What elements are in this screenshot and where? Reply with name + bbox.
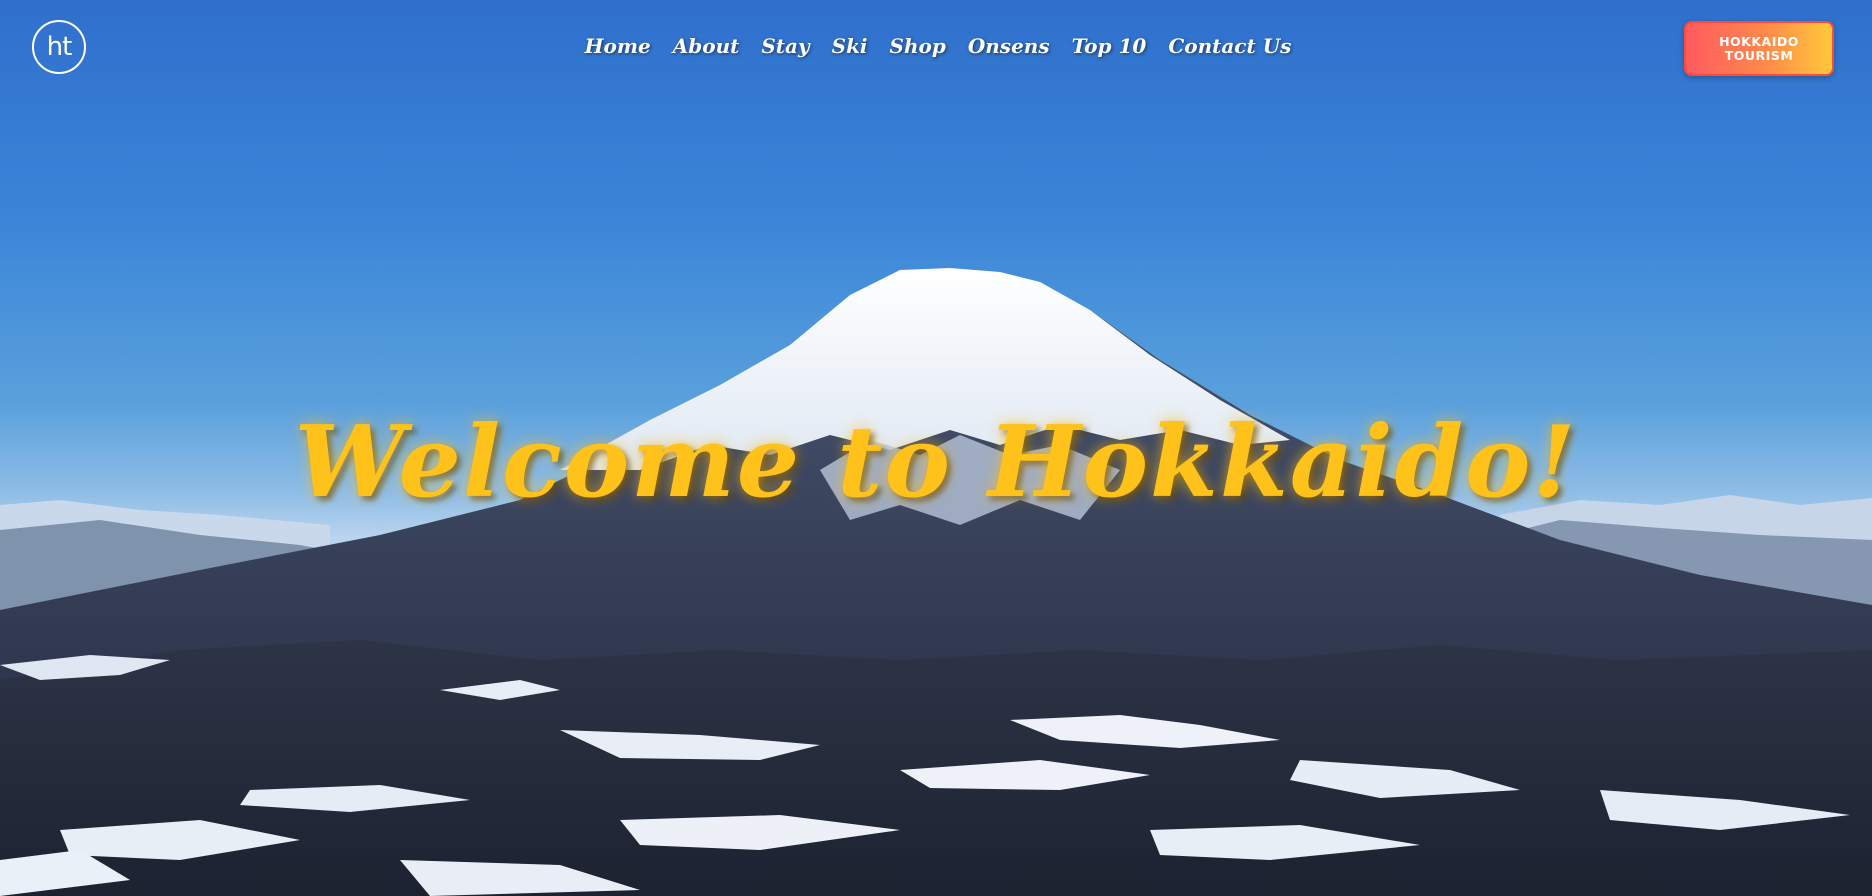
nav-item-home[interactable]: Home — [585, 34, 651, 58]
nav-item-contact-us[interactable]: Contact Us — [1168, 34, 1291, 58]
nav-item-top-10[interactable]: Top 10 — [1072, 34, 1147, 58]
nav-item-ski[interactable]: Ski — [832, 34, 868, 58]
nav-item-onsens[interactable]: Onsens — [968, 34, 1050, 58]
hokkaido-tourism-button-label: HOKKAIDO TOURISM — [1719, 33, 1799, 63]
hokkaido-tourism-button[interactable]: HOKKAIDO TOURISM — [1684, 21, 1834, 76]
nav-item-shop[interactable]: Shop — [890, 34, 946, 58]
hero-section: ht Home About Stay Ski Shop Onsens Top 1… — [0, 0, 1872, 896]
nav-item-about[interactable]: About — [673, 34, 740, 58]
nav-item-stay[interactable]: Stay — [761, 34, 809, 58]
hero-headline: Welcome to Hokkaido! — [294, 405, 1578, 520]
main-nav: Home About Stay Ski Shop Onsens Top 10 C… — [0, 34, 1872, 58]
